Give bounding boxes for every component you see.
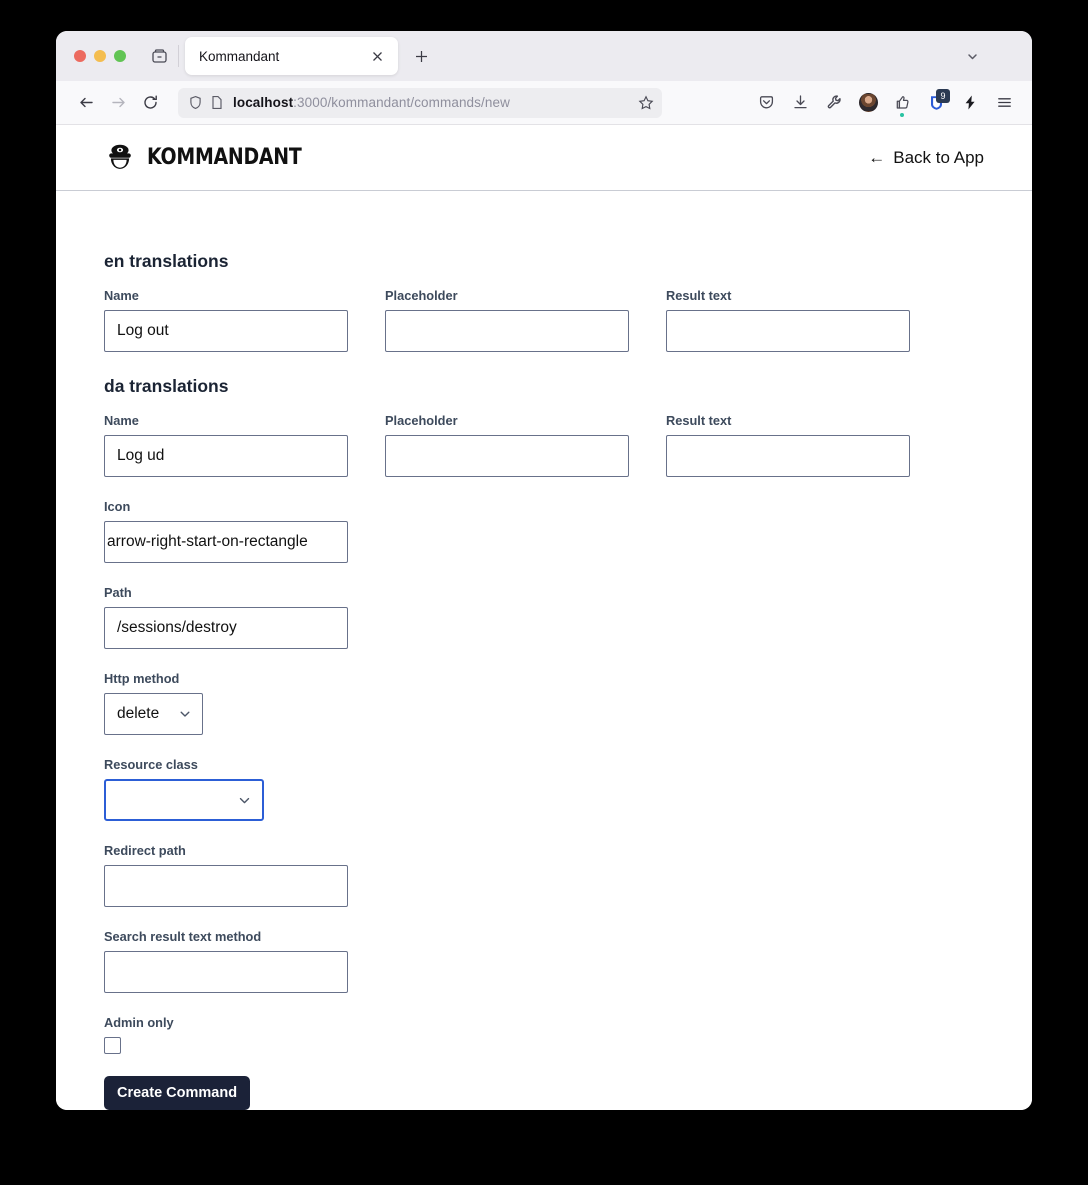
input-icon-value: arrow-right-start-on-rectangle	[107, 533, 308, 550]
select-resource-class[interactable]	[104, 779, 264, 821]
url-text: localhost:3000/kommandant/commands/new	[233, 95, 638, 110]
label-da-placeholder: Placeholder	[385, 413, 458, 428]
tab-title: Kommandant	[199, 48, 280, 64]
new-tab-button[interactable]	[408, 43, 434, 69]
field-path: Path /sessions/destroy	[104, 585, 348, 649]
chevron-down-icon[interactable]	[958, 42, 986, 70]
field-da-name: Name Log ud	[104, 413, 348, 477]
field-en-result-text: Result text	[666, 288, 910, 352]
maximize-window-button[interactable]	[114, 50, 126, 62]
field-en-placeholder: Placeholder	[385, 288, 629, 352]
input-da-placeholder[interactable]	[385, 435, 629, 477]
label-da-name: Name	[104, 413, 139, 428]
toolbar-extensions: 9	[750, 88, 1020, 118]
label-icon: Icon	[104, 499, 131, 514]
input-path-value: /sessions/destroy	[117, 619, 237, 636]
shield-extension-icon[interactable]: 9	[920, 88, 952, 118]
field-http-method: Http method delete	[104, 671, 984, 735]
field-icon: Icon arrow-right-start-on-rectangle	[104, 499, 348, 563]
label-http-method: Http method	[104, 671, 180, 686]
minimize-window-button[interactable]	[94, 50, 106, 62]
field-resource-class: Resource class	[104, 757, 984, 821]
translations-row-da: Name Log ud Placeholder Result text	[104, 413, 984, 477]
back-button[interactable]	[70, 88, 102, 118]
page-icon	[212, 96, 222, 109]
checkbox-admin-only[interactable]	[104, 1037, 121, 1054]
back-to-app-label: Back to App	[893, 147, 984, 167]
hamburger-menu-icon[interactable]	[988, 88, 1020, 118]
tab-strip: Kommandant	[56, 31, 1032, 81]
section-title-da: da translations	[104, 376, 229, 396]
label-redirect-path: Redirect path	[104, 843, 186, 858]
extension-status-dot	[900, 112, 904, 117]
input-en-placeholder[interactable]	[385, 310, 629, 352]
brand-name: KOMMANDANT	[147, 145, 302, 170]
label-resource-class: Resource class	[104, 757, 198, 772]
label-en-name: Name	[104, 288, 139, 303]
command-form: en translations Name Log out Placeholder…	[56, 191, 1032, 1110]
input-da-name-value: Log ud	[117, 447, 165, 464]
back-arrow-icon: ←	[868, 147, 886, 167]
field-da-placeholder: Placeholder	[385, 413, 629, 477]
chevron-down-icon	[237, 793, 252, 808]
field-da-result-text: Result text	[666, 413, 910, 477]
input-icon[interactable]: arrow-right-start-on-rectangle	[104, 521, 348, 563]
section-title-en: en translations	[104, 251, 229, 271]
avatar[interactable]	[852, 88, 884, 118]
lightning-bolt-icon[interactable]	[954, 88, 986, 118]
label-en-placeholder: Placeholder	[385, 288, 458, 303]
field-admin-only: Admin only	[104, 1015, 984, 1054]
url-path: :3000/kommandant/commands/new	[293, 95, 510, 110]
input-path[interactable]: /sessions/destroy	[104, 607, 348, 649]
avatar-image	[858, 93, 878, 112]
kommandant-hat-icon	[109, 144, 131, 169]
forward-button[interactable]	[102, 88, 134, 118]
label-en-result-text: Result text	[666, 288, 732, 303]
chevron-down-icon	[178, 707, 192, 721]
address-bar[interactable]: localhost:3000/kommandant/commands/new	[178, 87, 662, 118]
input-en-result-text[interactable]	[666, 310, 910, 352]
field-en-name: Name Log out	[104, 288, 348, 352]
label-search-result-text-method: Search result text method	[104, 929, 262, 944]
input-redirect-path[interactable]	[104, 865, 348, 907]
input-en-name[interactable]: Log out	[104, 310, 348, 352]
translations-row-en: Name Log out Placeholder Result text	[104, 288, 984, 352]
page-content: KOMMANDANT ← Back to App en translations…	[56, 125, 1032, 1110]
create-command-button[interactable]: Create Command	[104, 1076, 251, 1110]
back-to-app-link[interactable]: ← Back to App	[868, 148, 984, 168]
pocket-icon[interactable]	[750, 88, 782, 118]
status-badge: 9	[936, 88, 950, 103]
window-controls	[68, 50, 126, 62]
tabstrip-divider	[178, 45, 179, 67]
thumbs-up-extension-icon[interactable]	[886, 88, 918, 118]
select-http-method-value: delete	[117, 705, 160, 722]
select-http-method[interactable]: delete	[104, 693, 203, 735]
input-da-name[interactable]: Log ud	[104, 435, 348, 477]
label-admin-only: Admin only	[104, 1015, 174, 1030]
close-window-button[interactable]	[74, 50, 86, 62]
input-en-name-value: Log out	[117, 322, 169, 339]
field-search-result-text-method: Search result text method	[104, 929, 348, 993]
firefox-view-icon[interactable]	[144, 41, 174, 71]
navigation-toolbar: localhost:3000/kommandant/commands/new 9	[56, 81, 1032, 125]
url-host: localhost	[233, 95, 294, 110]
bookmark-star-icon[interactable]	[638, 94, 654, 111]
shield-icon	[190, 95, 201, 110]
label-path: Path	[104, 585, 132, 600]
input-search-result-text-method[interactable]	[104, 951, 348, 993]
label-da-result-text: Result text	[666, 413, 732, 428]
downloads-icon[interactable]	[784, 88, 816, 118]
wrench-icon[interactable]	[818, 88, 850, 118]
browser-tab[interactable]: Kommandant	[185, 37, 398, 75]
reload-button[interactable]	[134, 88, 166, 118]
browser-window: Kommandant localhost:3000/kommandant/com…	[56, 31, 1032, 1110]
site-header: KOMMANDANT ← Back to App	[56, 125, 1032, 191]
close-icon[interactable]	[364, 43, 390, 69]
brand-logo[interactable]: KOMMANDANT	[104, 142, 327, 174]
input-da-result-text[interactable]	[666, 435, 910, 477]
field-redirect-path: Redirect path	[104, 843, 348, 907]
